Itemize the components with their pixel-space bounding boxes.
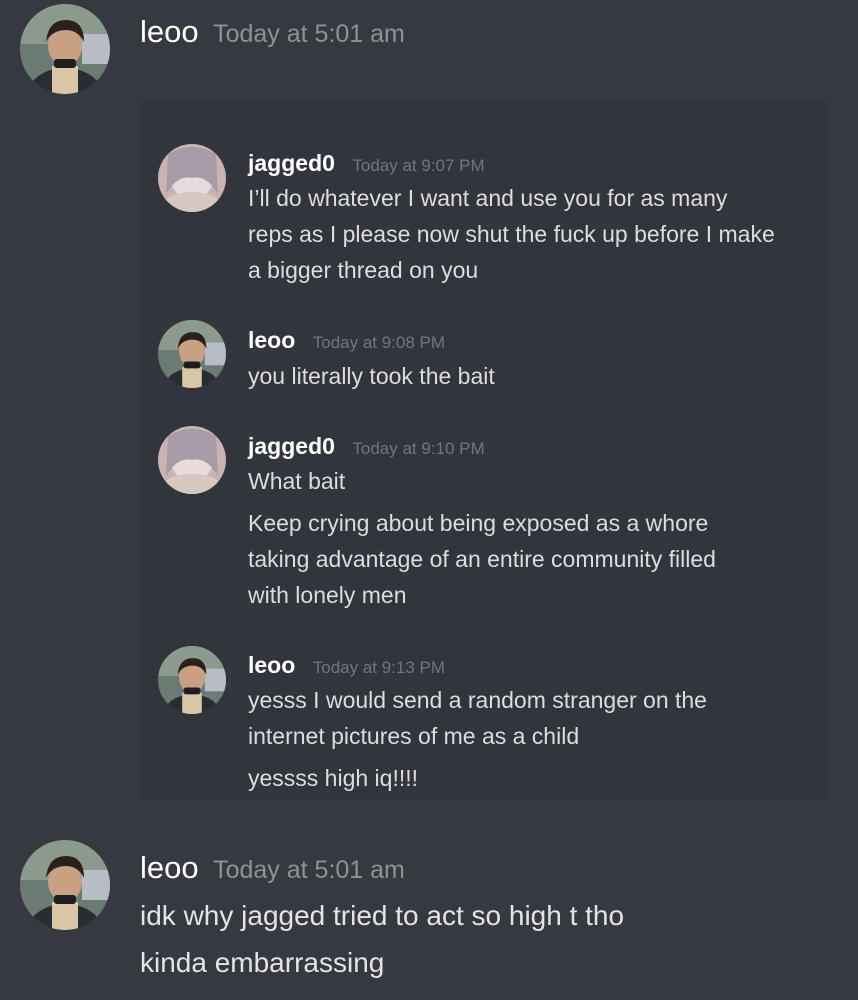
message-header: leoo Today at 9:13 PM xyxy=(248,652,445,679)
message-header: jagged0 Today at 9:10 PM xyxy=(248,433,485,460)
username[interactable]: leoo xyxy=(140,14,199,49)
message-text: yessss high iq!!!! xyxy=(248,765,419,791)
user-avatar-icon xyxy=(20,4,110,94)
user-avatar-icon xyxy=(158,426,226,494)
username[interactable]: jagged0 xyxy=(248,433,335,459)
message-text: internet pictures of me as a child xyxy=(248,723,580,749)
leoo-avatar[interactable] xyxy=(158,320,226,388)
username[interactable]: leoo xyxy=(248,327,295,353)
username[interactable]: leoo xyxy=(248,652,295,678)
timestamp: Today at 5:01 am xyxy=(213,856,405,884)
user-avatar-icon xyxy=(158,320,226,388)
message-text: idk why jagged tried to act so high t th… xyxy=(140,900,625,931)
message-text: I’ll do whatever I want and use you for … xyxy=(248,185,728,211)
message-text: What bait xyxy=(248,468,346,494)
message-text: taking advantage of an entire community … xyxy=(248,546,716,572)
timestamp: Today at 9:13 PM xyxy=(312,658,446,677)
message-text: with lonely men xyxy=(248,582,407,608)
leoo-avatar[interactable] xyxy=(158,646,226,714)
leoo-avatar[interactable] xyxy=(20,840,110,930)
timestamp: Today at 9:08 PM xyxy=(312,333,446,352)
message-text: reps as I please now shut the fuck up be… xyxy=(248,221,775,247)
user-avatar-icon xyxy=(158,144,226,212)
message-text: yesss I would send a random stranger on … xyxy=(248,687,707,713)
user-avatar-icon xyxy=(20,840,110,930)
message-text: Keep crying about being exposed as a who… xyxy=(248,510,709,536)
user-avatar-icon xyxy=(158,646,226,714)
message-text: kinda embarrassing xyxy=(140,947,385,978)
message-header: leoo Today at 9:08 PM xyxy=(248,327,445,354)
username[interactable]: leoo xyxy=(140,850,199,885)
message-header: leoo Today at 5:01 am xyxy=(140,14,405,50)
message-header: jagged0 Today at 9:07 PM xyxy=(248,150,485,177)
jagged0-avatar[interactable] xyxy=(158,426,226,494)
jagged0-avatar[interactable] xyxy=(158,144,226,212)
timestamp: Today at 5:01 am xyxy=(213,20,405,48)
timestamp: Today at 9:10 PM xyxy=(352,439,485,458)
timestamp: Today at 9:07 PM xyxy=(352,156,485,175)
message-text: a bigger thread on you xyxy=(248,257,479,283)
leoo-avatar[interactable] xyxy=(20,4,110,94)
message-header: leoo Today at 5:01 am xyxy=(140,850,405,886)
message-text: you literally took the bait xyxy=(248,363,495,389)
username[interactable]: jagged0 xyxy=(248,150,335,176)
embedded-image[interactable]: jagged0 Today at 9:07 PM I’ll do whateve… xyxy=(140,100,828,800)
